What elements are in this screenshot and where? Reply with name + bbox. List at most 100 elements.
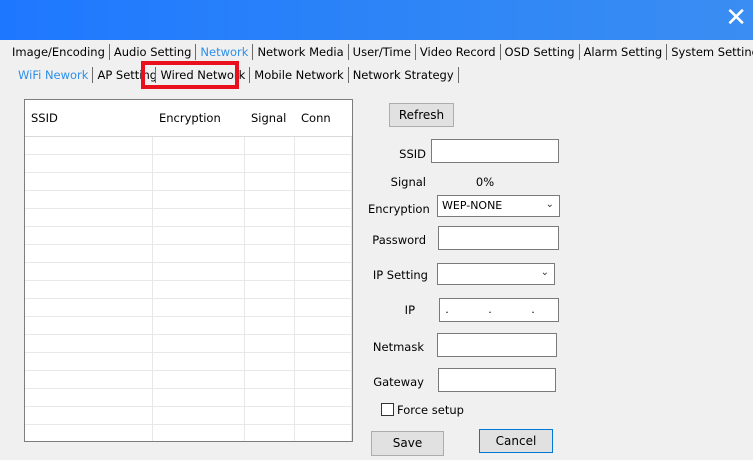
list-cell (245, 317, 295, 334)
wifi-list[interactable]: SSID Encryption Signal Conn (24, 99, 353, 442)
refresh-button[interactable]: Refresh (389, 103, 454, 127)
ssid-input[interactable] (431, 139, 559, 163)
netmask-label: Netmask (372, 340, 424, 354)
list-cell (295, 389, 352, 406)
tab-system-setting[interactable]: System Setting (667, 44, 753, 60)
list-item[interactable] (25, 353, 352, 371)
list-cell (295, 407, 352, 424)
list-item[interactable] (25, 335, 352, 353)
list-item[interactable] (25, 137, 352, 155)
list-cell (295, 245, 352, 262)
list-cell (153, 299, 245, 316)
list-cell (153, 155, 245, 172)
netmask-input[interactable] (437, 333, 557, 357)
gateway-label: Gateway (373, 375, 424, 389)
list-cell (153, 371, 245, 388)
force-setup-label: Force setup (397, 403, 464, 417)
list-item[interactable] (25, 191, 352, 209)
list-cell (25, 317, 153, 334)
column-signal[interactable]: Signal (245, 111, 295, 125)
tab-user-time[interactable]: User/Time (349, 44, 416, 60)
list-cell (25, 209, 153, 226)
save-button[interactable]: Save (371, 431, 444, 456)
list-item[interactable] (25, 281, 352, 299)
list-item[interactable] (25, 173, 352, 191)
list-cell (25, 173, 153, 190)
list-cell (245, 335, 295, 352)
signal-label: Signal (390, 175, 426, 189)
list-cell (153, 317, 245, 334)
list-cell (153, 407, 245, 424)
list-item[interactable] (25, 227, 352, 245)
tab-image-encoding[interactable]: Image/Encoding (8, 44, 110, 60)
column-ssid[interactable]: SSID (25, 111, 153, 125)
list-cell (245, 281, 295, 298)
list-item[interactable] (25, 263, 352, 281)
list-item[interactable] (25, 299, 352, 317)
list-cell (25, 371, 153, 388)
column-connection[interactable]: Conn (295, 111, 352, 125)
tab-video-record[interactable]: Video Record (416, 44, 501, 60)
list-cell (295, 263, 352, 280)
list-item[interactable] (25, 155, 352, 173)
list-item[interactable] (25, 371, 352, 389)
list-cell (245, 263, 295, 280)
list-cell (245, 353, 295, 370)
ip-address-separators: . . . (445, 303, 553, 316)
encryption-select[interactable]: WEP-NONE ⌄ (437, 195, 560, 217)
list-cell (25, 299, 153, 316)
list-cell (25, 245, 153, 262)
list-cell (245, 371, 295, 388)
subtab-mobile-network[interactable]: Mobile Network (250, 67, 349, 83)
list-cell (25, 353, 153, 370)
tab-osd-setting[interactable]: OSD Setting (501, 44, 580, 60)
list-item[interactable] (25, 209, 352, 227)
list-cell (295, 335, 352, 352)
force-setup-checkbox[interactable] (381, 403, 394, 416)
close-icon[interactable]: ✕ (725, 2, 747, 34)
encryption-label: Encryption (368, 202, 430, 216)
list-cell (25, 335, 153, 352)
list-item[interactable] (25, 407, 352, 425)
list-cell (295, 173, 352, 190)
wifi-list-header: SSID Encryption Signal Conn (25, 100, 352, 137)
list-cell (153, 263, 245, 280)
subtab-wifi-network[interactable]: WiFi Nework (14, 67, 94, 83)
list-item[interactable] (25, 389, 352, 407)
list-cell (245, 245, 295, 262)
tab-audio-setting[interactable]: Audio Setting (110, 44, 197, 60)
subtab-network-strategy[interactable]: Network Strategy (349, 67, 459, 83)
gateway-input[interactable] (438, 368, 556, 392)
list-cell (153, 173, 245, 190)
column-encryption[interactable]: Encryption (153, 111, 245, 125)
ip-setting-select[interactable]: ⌄ (437, 263, 555, 285)
password-input[interactable] (438, 226, 559, 250)
list-item[interactable] (25, 245, 352, 263)
ssid-label: SSID (399, 147, 426, 161)
list-cell (25, 389, 153, 406)
list-cell (295, 371, 352, 388)
wifi-list-rows (25, 137, 352, 441)
chevron-down-icon: ⌄ (540, 267, 549, 278)
tab-alarm-setting[interactable]: Alarm Setting (580, 44, 668, 60)
list-cell (153, 335, 245, 352)
list-cell (245, 299, 295, 316)
ip-address-input[interactable]: . . . (439, 298, 559, 322)
list-cell (245, 155, 295, 172)
cancel-button[interactable]: Cancel (479, 429, 553, 453)
list-cell (25, 155, 153, 172)
list-item[interactable] (25, 425, 352, 441)
list-cell (25, 425, 153, 441)
list-cell (153, 281, 245, 298)
tab-network-media[interactable]: Network Media (253, 44, 349, 60)
list-item[interactable] (25, 317, 352, 335)
subtab-wired-network[interactable]: Wired Network (156, 67, 251, 83)
subtab-ap-setting[interactable]: AP Setting (93, 67, 157, 83)
list-cell (25, 191, 153, 208)
tab-network[interactable]: Network (196, 44, 254, 60)
chevron-down-icon: ⌄ (545, 199, 554, 210)
list-cell (245, 227, 295, 244)
list-cell (245, 191, 295, 208)
list-cell (153, 425, 245, 441)
list-cell (295, 425, 352, 441)
